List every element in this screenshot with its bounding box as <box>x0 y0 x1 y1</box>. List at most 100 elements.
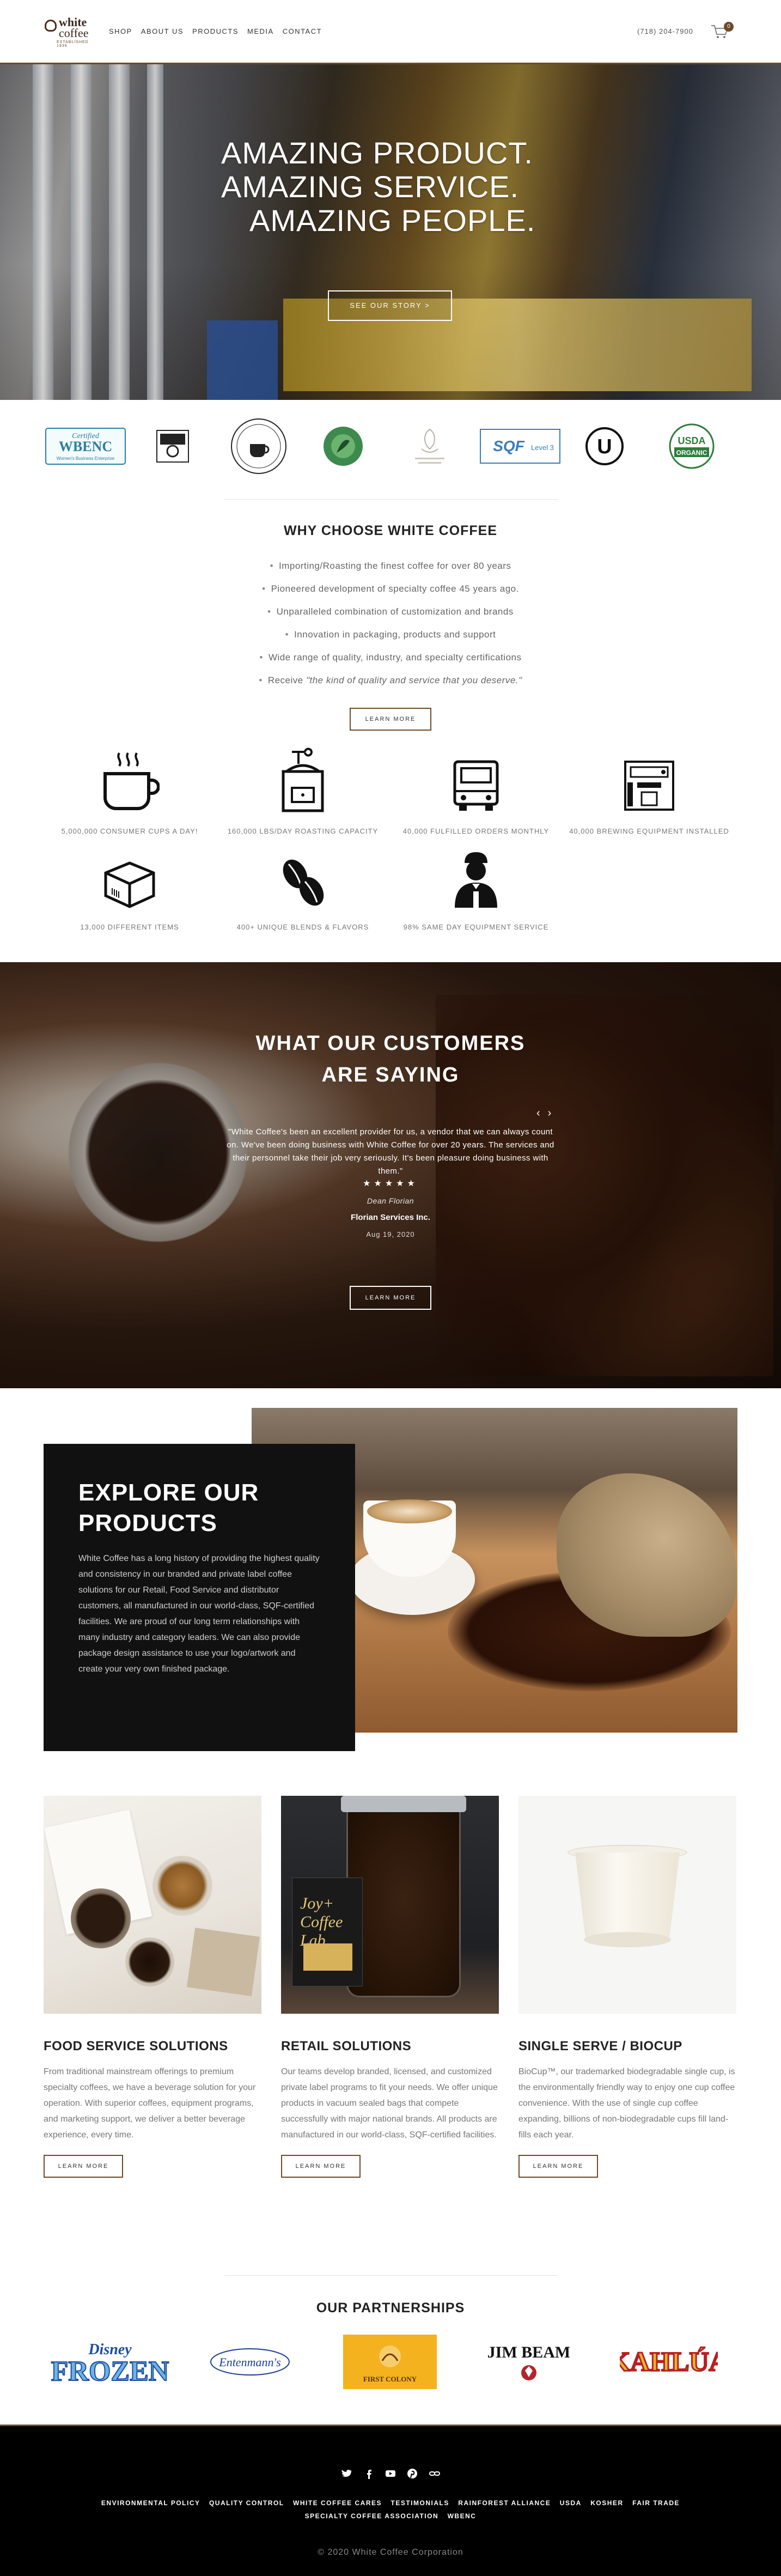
stat-unique-blends: 400+ UNIQUE BLENDS & FLAVORS <box>221 843 385 931</box>
svg-text:JIM BEAM: JIM BEAM <box>488 2343 570 2361</box>
pinterest-icon[interactable] <box>407 2468 418 2479</box>
footer-link[interactable]: RAINFOREST ALLIANCE <box>458 2499 551 2507</box>
svg-text:Level 3: Level 3 <box>531 443 554 452</box>
espresso-machine-icon <box>617 748 682 813</box>
stat-label: 13,000 DIFFERENT ITEMS <box>80 923 179 931</box>
footer-link[interactable]: WHITE COFFEE CARES <box>293 2499 382 2507</box>
prev-arrow-icon[interactable]: ‹ <box>536 1107 548 1119</box>
logo-cup-icon <box>45 20 57 32</box>
barista-icon <box>443 843 509 909</box>
hero-headline-3: AMAZING PEOPLE. <box>249 203 536 238</box>
why-item: Importing/Roasting the finest coffee for… <box>0 555 781 578</box>
product-food-service: FOOD SERVICE SOLUTIONS From traditional … <box>44 1796 261 2178</box>
partner-kahlua-logo: KAHLÚA <box>620 2332 718 2392</box>
svg-text:ORGANIC: ORGANIC <box>676 449 707 457</box>
testimonial-rating-stars: ★★★★★ <box>363 1179 418 1188</box>
stat-label: 5,000,000 CONSUMER CUPS A DAY! <box>61 827 198 835</box>
why-item: Pioneered development of specialty coffe… <box>0 578 781 600</box>
hero-headline-2: AMAZING SERVICE. <box>221 169 520 204</box>
stat-label: 400+ UNIQUE BLENDS & FLAVORS <box>236 923 369 931</box>
svg-text:FROZEN: FROZEN <box>51 2356 169 2387</box>
cart-button[interactable]: 0 <box>711 22 734 39</box>
link-icon[interactable] <box>429 2468 440 2479</box>
white-coffee-logo[interactable]: white coffee ESTABLISHED 1939 <box>45 16 99 48</box>
partner-entenmanns-logo: Entenmann's <box>209 2332 291 2392</box>
explore-products-text: White Coffee has a long history of provi… <box>78 1554 320 1674</box>
stat-label: 160,000 LBS/DAY ROASTING CAPACITY <box>227 827 379 835</box>
footer-link[interactable]: SPECIALTY COFFEE ASSOCIATION <box>305 2512 439 2520</box>
testimonial-author: Dean Florian <box>367 1196 414 1205</box>
nav-about-us[interactable]: ABOUT US <box>141 27 184 35</box>
svg-text:SQF: SQF <box>493 438 524 454</box>
main-nav: SHOP ABOUT US PRODUCTS MEDIA CONTACT <box>109 27 322 35</box>
site-header: white coffee ESTABLISHED 1939 SHOP ABOUT… <box>0 0 781 64</box>
partnerships-title: OUR PARTNERSHIPS <box>316 2300 465 2316</box>
testimonials-title: WHAT OUR CUSTOMERS ARE SAYING <box>255 1032 526 1086</box>
facebook-icon[interactable] <box>363 2468 374 2479</box>
specialty-coffee-logo <box>405 422 454 471</box>
sqf-logo: SQF Level 3 <box>479 422 561 471</box>
rainforest-alliance-logo <box>321 422 365 471</box>
certifications-row: Certified WBENC Women's Business Enterpr… <box>0 400 781 493</box>
box-icon <box>97 843 162 909</box>
footer-link[interactable]: TESTIMONIALS <box>390 2499 449 2507</box>
nav-contact[interactable]: CONTACT <box>283 27 322 35</box>
why-learn-more-button[interactable]: LEARN MORE <box>350 708 431 731</box>
hero-bg-pillar <box>109 64 130 400</box>
delivery-truck-icon <box>443 748 509 813</box>
testimonial-nav: ‹› <box>536 1107 559 1120</box>
kosher-logo: U <box>583 422 626 471</box>
food-service-text: From traditional mainstream offerings to… <box>44 2067 256 2140</box>
hero-bg-pillar <box>147 64 163 400</box>
food-service-title: FOOD SERVICE SOLUTIONS <box>44 2039 228 2053</box>
phone-number[interactable]: (718) 204-7900 <box>637 27 693 35</box>
why-item: Wide range of quality, industry, and spe… <box>0 646 781 669</box>
footer-link[interactable]: ENVIRONMENTAL POLICY <box>101 2499 200 2507</box>
section-divider <box>224 499 558 500</box>
single-serve-learn-more-button[interactable]: LEARN MORE <box>518 2155 598 2178</box>
footer-link[interactable]: QUALITY CONTROL <box>209 2499 284 2507</box>
copyright-text: © 2020 White Coffee Corporation <box>318 2548 463 2557</box>
single-serve-text: BioCup™, our trademarked biodegradable s… <box>518 2067 735 2140</box>
why-choose-list: Importing/Roasting the finest coffee for… <box>0 555 781 692</box>
twitter-icon[interactable] <box>341 2468 352 2479</box>
why-item: Innovation in packaging, products and su… <box>0 623 781 646</box>
stat-label: 98% SAME DAY EQUIPMENT SERVICE <box>403 923 549 931</box>
svg-text:USDA: USDA <box>678 435 705 446</box>
footer-link[interactable]: USDA <box>560 2499 582 2507</box>
next-arrow-icon[interactable]: › <box>548 1107 559 1119</box>
explore-products-title: EXPLORE OUR PRODUCTS <box>78 1479 259 1536</box>
nav-products[interactable]: PRODUCTS <box>192 27 239 35</box>
footer-link[interactable]: FAIR TRADE <box>632 2499 680 2507</box>
burlap-sack <box>557 1473 736 1637</box>
retail-learn-more-button[interactable]: LEARN MORE <box>281 2155 361 2178</box>
food-service-learn-more-button[interactable]: LEARN MORE <box>44 2155 123 2178</box>
wbenc-logo: Certified WBENC Women's Business Enterpr… <box>45 422 126 471</box>
why-item-quote: Receive "the kind of quality and service… <box>0 669 781 692</box>
footer-links: ENVIRONMENTAL POLICY QUALITY CONTROL WHI… <box>0 2496 781 2523</box>
explore-products-panel: EXPLORE OUR PRODUCTS White Coffee has a … <box>44 1444 355 1751</box>
testimonial-date: Aug 19, 2020 <box>366 1230 415 1238</box>
testimonials-learn-more-button[interactable]: LEARN MORE <box>350 1286 431 1310</box>
svg-text:Entenmann's: Entenmann's <box>218 2355 280 2369</box>
why-item: Unparalleled combination of customizatio… <box>0 600 781 623</box>
footer-link[interactable]: KOSHER <box>590 2499 623 2507</box>
nav-media[interactable]: MEDIA <box>247 27 274 35</box>
youtube-icon[interactable] <box>385 2468 396 2479</box>
partner-frozen-logo: Disney FROZEN <box>45 2332 175 2392</box>
why-choose-title: WHY CHOOSE WHITE COFFEE <box>284 523 497 538</box>
svg-text:KAHLÚA: KAHLÚA <box>620 2346 718 2377</box>
coffee-cup-icon <box>97 748 162 813</box>
cart-count-badge: 0 <box>724 22 734 32</box>
nav-shop[interactable]: SHOP <box>109 27 132 35</box>
testimonial-company: Florian Services Inc. <box>351 1213 430 1222</box>
retail-title: RETAIL SOLUTIONS <box>281 2039 412 2053</box>
partner-jim-beam-logo: JIM BEAM <box>488 2332 570 2392</box>
see-our-story-button[interactable]: SEE OUR STORY > <box>328 290 452 321</box>
hero-bg-pillar <box>71 64 91 400</box>
footer-link[interactable]: WBENC <box>448 2512 477 2520</box>
stat-different-items: 13,000 DIFFERENT ITEMS <box>48 843 211 931</box>
stat-label: 40,000 FULFILLED ORDERS MONTHLY <box>402 827 550 835</box>
testimonial-quote: "White Coffee's been an excellent provid… <box>227 1127 554 1176</box>
jar-brand-label: Joy+ Coffee Lab <box>300 1894 343 1949</box>
